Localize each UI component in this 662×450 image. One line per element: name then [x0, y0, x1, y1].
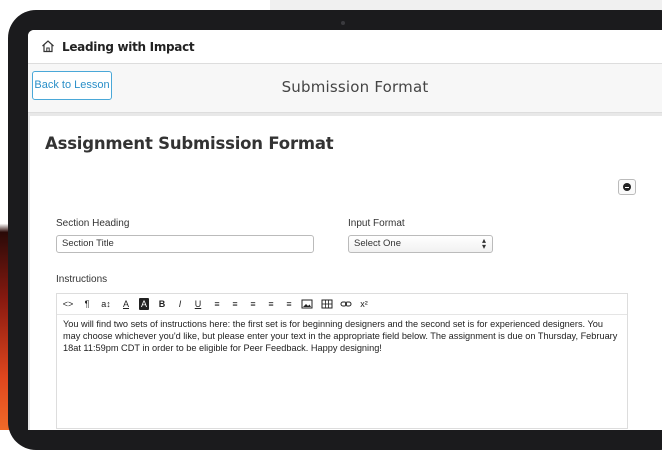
- paragraph-icon[interactable]: ¶: [82, 298, 92, 310]
- underline-icon[interactable]: U: [193, 298, 203, 310]
- indent-icon[interactable]: ≡: [247, 298, 259, 310]
- minus-circle-icon: [623, 183, 631, 191]
- image-icon[interactable]: [301, 298, 313, 310]
- superscript-icon[interactable]: x²: [358, 298, 370, 310]
- bold-icon[interactable]: B: [157, 298, 167, 310]
- remove-section-button[interactable]: [618, 179, 636, 195]
- app-header: Leading with Impact: [28, 30, 662, 64]
- font-size-icon[interactable]: a↕: [100, 298, 112, 310]
- input-format-select[interactable]: Select One ▴ ▾: [348, 235, 493, 253]
- home-icon[interactable]: [41, 39, 55, 53]
- code-view-icon[interactable]: <>: [62, 298, 74, 310]
- link-icon[interactable]: [340, 298, 352, 310]
- section-heading-label: Section Heading: [56, 218, 130, 229]
- instructions-text[interactable]: You will find two sets of instructions h…: [63, 318, 621, 354]
- font-color-icon[interactable]: A: [121, 298, 131, 310]
- editor-toolbar: <> ¶ a↕ A A B I U ≡ ≡ ≡ ≡ ≡ x²: [57, 294, 627, 315]
- sub-header: Back to Lesson Submission Format: [28, 64, 662, 113]
- tablet-frame: Leading with Impact Back to Lesson Submi…: [8, 10, 662, 450]
- input-format-label: Input Format: [348, 218, 405, 229]
- italic-icon[interactable]: I: [175, 298, 185, 310]
- align-left-icon[interactable]: ≡: [211, 298, 223, 310]
- align-center-icon[interactable]: ≡: [229, 298, 241, 310]
- numbered-list-icon[interactable]: ≡: [283, 298, 295, 310]
- instructions-label: Instructions: [56, 274, 108, 285]
- instructions-editor[interactable]: <> ¶ a↕ A A B I U ≡ ≡ ≡ ≡ ≡ x² You will …: [56, 293, 628, 429]
- background-color-icon[interactable]: A: [139, 298, 149, 310]
- submission-format-card: Assignment Submission Format Section Hea…: [30, 116, 662, 430]
- page-title: Submission Format: [281, 78, 429, 96]
- camera-dot: [341, 21, 345, 25]
- tablet-screen: Leading with Impact Back to Lesson Submi…: [28, 30, 662, 430]
- section-heading-input[interactable]: Section Title: [56, 235, 314, 253]
- input-format-value: Select One: [354, 238, 401, 249]
- card-heading: Assignment Submission Format: [45, 134, 334, 153]
- select-arrows-icon: ▴ ▾: [481, 236, 486, 251]
- bullet-list-icon[interactable]: ≡: [265, 298, 277, 310]
- app-title: Leading with Impact: [62, 40, 195, 54]
- table-icon[interactable]: [321, 298, 333, 310]
